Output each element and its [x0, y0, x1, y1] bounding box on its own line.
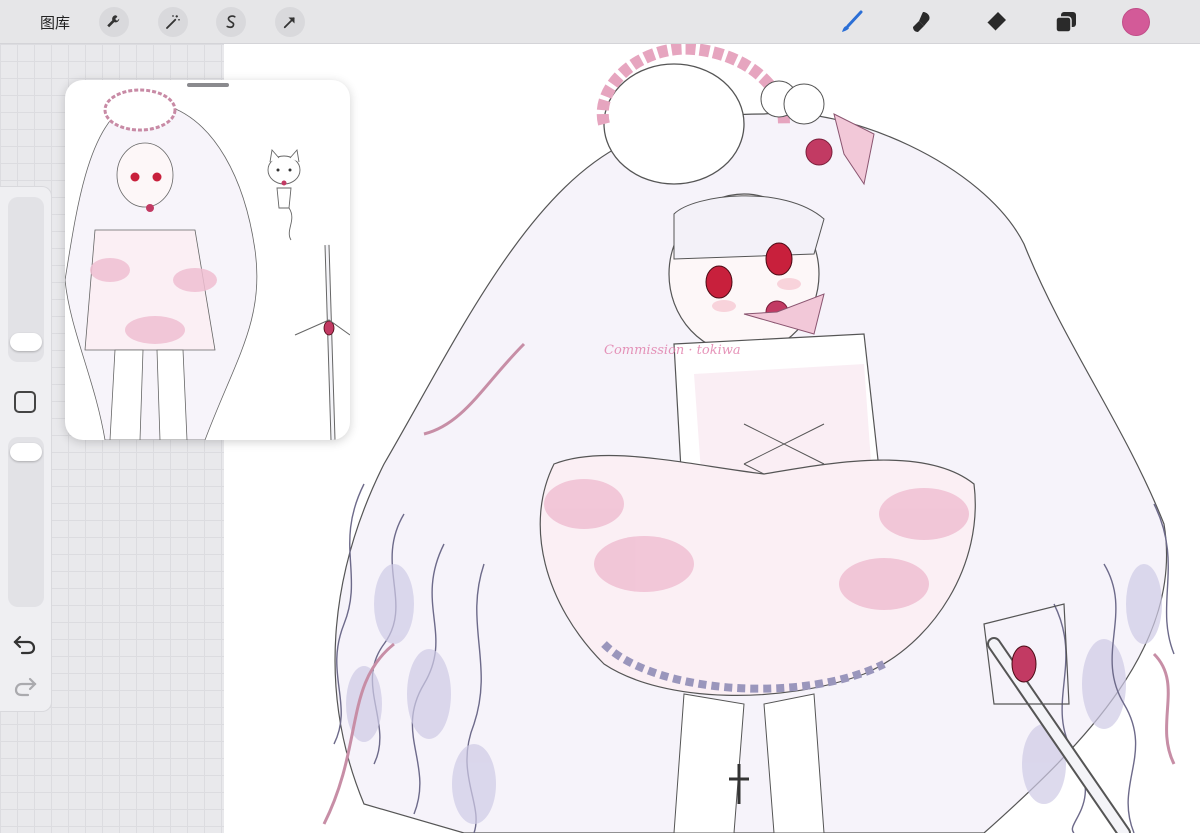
smudge-icon — [913, 12, 930, 32]
reference-image — [65, 88, 350, 440]
adjustments-button[interactable] — [158, 7, 188, 37]
opacity-thumb[interactable] — [10, 443, 42, 461]
selection-button[interactable] — [216, 7, 246, 37]
sidebar — [0, 186, 52, 712]
opacity-slider[interactable] — [8, 437, 44, 607]
character-illustration: Commission · tokiwa — [322, 44, 1176, 833]
magic-wand-icon — [166, 15, 180, 29]
eraser-tool-button[interactable] — [982, 8, 1010, 36]
actions-button[interactable] — [99, 7, 129, 37]
eraser-icon — [986, 12, 1006, 32]
reference-window[interactable] — [65, 80, 350, 440]
transform-arrow-icon — [283, 17, 295, 29]
color-picker-button[interactable] — [1122, 8, 1150, 36]
selection-icon — [226, 15, 236, 29]
transform-button[interactable] — [275, 7, 305, 37]
layers-button[interactable] — [1052, 8, 1080, 36]
top-toolbar: 图库 — [0, 0, 1200, 44]
smudge-tool-button[interactable] — [909, 8, 937, 36]
wrench-icon — [107, 15, 120, 28]
undo-icon[interactable] — [12, 633, 38, 655]
drawing-canvas[interactable]: Commission · tokiwa — [224, 44, 1200, 833]
reference-window-handle[interactable] — [187, 83, 229, 87]
modify-button[interactable] — [14, 391, 36, 413]
gallery-button[interactable]: 图库 — [40, 12, 70, 33]
layers-icon — [1055, 12, 1076, 33]
redo-icon[interactable] — [12, 675, 38, 697]
brush-size-thumb[interactable] — [10, 333, 42, 351]
brush-tool-button[interactable] — [838, 8, 866, 36]
watermark-text: Commission · tokiwa — [604, 343, 741, 358]
brush-icon — [842, 10, 863, 32]
